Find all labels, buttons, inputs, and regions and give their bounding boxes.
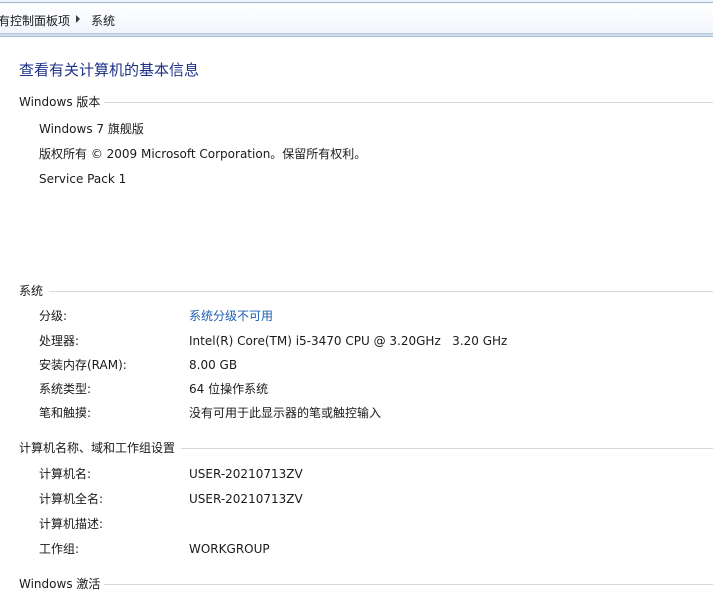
section-divider [101,584,713,585]
info-value: 8.00 GB [189,358,238,372]
breadcrumb[interactable]: 有控制面板项 系统 [0,2,713,34]
info-label: 计算机全名: [39,492,104,506]
section-divider [101,102,713,103]
info-value: 没有可用于此显示器的笔或触控输入 [189,406,382,420]
section-label: 计算机名称、域和工作组设置 [19,440,180,456]
info-label: 处理器: [39,334,80,348]
copyright-text: 版权所有 © 2009 Microsoft Corporation。保留所有权利… [39,147,367,161]
breadcrumb-item-system[interactable]: 系统 [91,12,115,29]
service-pack-text: Service Pack 1 [39,172,127,186]
info-value: WORKGROUP [189,542,270,556]
info-label: 安装内存(RAM): [39,358,127,372]
section-label: 系统 [19,283,48,299]
breadcrumb-item-control-panel[interactable]: 有控制面板项 [0,12,70,29]
info-value: Intel(R) Core(TM) i5-3470 CPU @ 3.20GHz … [189,334,508,348]
info-label: 分级: [39,309,68,323]
page-title: 查看有关计算机的基本信息 [19,61,200,79]
info-label: 计算机描述: [39,517,104,531]
info-label: 笔和触摸: [39,406,92,420]
section-divider [181,448,713,449]
info-label: 计算机名: [39,467,92,481]
section-label: Windows 激活 [19,576,105,592]
system-rating-link[interactable]: 系统分级不可用 [189,308,273,324]
info-label: 系统类型: [39,382,92,396]
breadcrumb-separator-icon[interactable] [76,15,80,23]
windows-edition-name: Windows 7 旗舰版 [39,122,144,136]
info-value: 64 位操作系统 [189,382,269,396]
info-value: USER-20210713ZV [189,467,303,481]
section-divider [49,291,713,292]
info-label: 工作组: [39,542,80,556]
section-label: Windows 版本 [19,94,105,110]
address-bar: 有控制面板项 系统 [0,0,713,37]
info-value: USER-20210713ZV [189,492,303,506]
